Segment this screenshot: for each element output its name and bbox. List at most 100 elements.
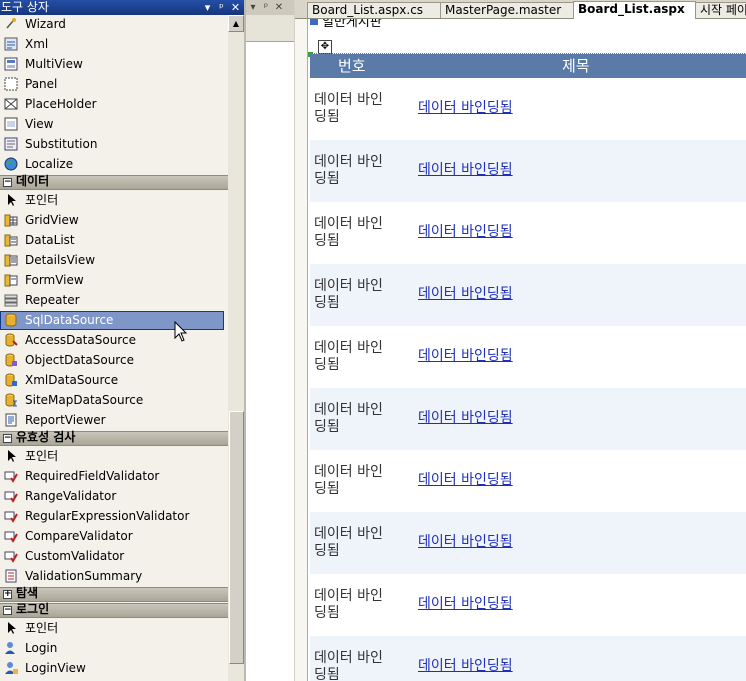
validator-icon	[4, 491, 18, 503]
toolbox-item-rangevalidator[interactable]: RangeValidator	[0, 486, 228, 506]
toolbox-item-placeholder[interactable]: PlaceHolder	[0, 94, 228, 114]
title-link[interactable]: 데이터 바인딩됨	[418, 348, 513, 365]
toolbox-item-repeater[interactable]: Repeater	[0, 290, 228, 310]
title-link[interactable]: 데이터 바인딩됨	[418, 472, 513, 489]
editor-area: Board_List.aspx.cs MasterPage.master Boa…	[295, 0, 746, 681]
detailsview-icon	[4, 254, 18, 267]
table-row: 데이터 바인딩됨 데이터 바인딩됨	[314, 92, 513, 125]
title-link[interactable]: 데이터 바인딩됨	[418, 286, 513, 303]
toolbox-item-login[interactable]: Login	[0, 638, 228, 658]
table-row: 데이터 바인딩됨 데이터 바인딩됨	[314, 216, 513, 249]
xmldatasource-icon	[5, 373, 17, 387]
repeater-icon	[4, 294, 18, 307]
xml-icon	[4, 37, 18, 51]
collapse-icon[interactable]: −	[3, 178, 12, 187]
header-title: 제목	[562, 57, 590, 75]
datalist-icon	[4, 234, 18, 247]
title-link[interactable]: 데이터 바인딩됨	[418, 534, 513, 551]
validator-icon	[4, 551, 18, 563]
multiview-icon	[4, 57, 18, 71]
pointer-icon	[8, 194, 16, 206]
category-login[interactable]: − 로그인	[0, 602, 228, 618]
toolbox-item-xml[interactable]: Xml	[0, 34, 228, 54]
grid-header-row: 번호 제목	[310, 54, 746, 78]
login-icon	[5, 642, 15, 654]
toolbox-item-gridview[interactable]: GridView	[0, 210, 228, 230]
toolbox-item-view[interactable]: View	[0, 114, 228, 134]
pointer-icon	[8, 622, 16, 634]
toolbox-item-wizard[interactable]: Wizard	[0, 14, 228, 34]
toolbox-item-regularexpressionvalidator[interactable]: RegularExpressionValidator	[0, 506, 228, 526]
table-row: 데이터 바인딩됨 데이터 바인딩됨	[310, 388, 746, 450]
reportviewer-icon	[5, 413, 17, 427]
title-link[interactable]: 데이터 바인딩됨	[418, 100, 513, 117]
toolbox-item-multiview[interactable]: MultiView	[0, 54, 228, 74]
toolbox-item-validationsummary[interactable]: ValidationSummary	[0, 566, 228, 586]
toolbox-item-panel[interactable]: Panel	[0, 74, 228, 94]
tab-start-page[interactable]: 시작 페이지	[695, 2, 746, 18]
toolbox-item-loginview[interactable]: LoginView	[0, 658, 228, 678]
title-link[interactable]: 데이터 바인딩됨	[418, 224, 513, 241]
toolbox-item-localize[interactable]: Localize	[0, 154, 228, 174]
title-link[interactable]: 데이터 바인딩됨	[418, 596, 513, 613]
toolbox-scrollbar[interactable]: ▲	[228, 15, 244, 681]
toolbox-item-sqldatasource[interactable]: SqlDataSource	[0, 310, 228, 330]
toolbox-item-xmldatasource[interactable]: XmlDataSource	[0, 370, 228, 390]
toolbox-item-sitemapdatasource[interactable]: SiteMapDataSource	[0, 390, 228, 410]
collapse-icon[interactable]: −	[3, 434, 12, 443]
close-icon[interactable]: ✕	[273, 0, 285, 15]
title-link[interactable]: 데이터 바인딩됨	[418, 658, 513, 675]
editor-margin	[295, 19, 307, 681]
toolbox-item-formview[interactable]: FormView	[0, 270, 228, 290]
move-handle-icon[interactable]: ✥	[318, 40, 332, 54]
table-row: 데이터 바인딩됨 데이터 바인딩됨	[310, 512, 746, 574]
category-data[interactable]: − 데이터	[0, 174, 228, 190]
accessdatasource-icon	[5, 333, 18, 347]
toolbox-item-accessdatasource[interactable]: AccessDataSource	[0, 330, 228, 350]
toolbox-item-pointer[interactable]: 포인터	[0, 618, 228, 638]
gridview-icon	[4, 214, 18, 227]
toolbox-item-comparevalidator[interactable]: CompareValidator	[0, 526, 228, 546]
formview-icon	[4, 274, 18, 287]
section-title: 일반게시판	[310, 19, 382, 30]
dropdown-icon[interactable]: ▾	[247, 0, 259, 15]
tab-board-list-aspx[interactable]: Board_List.aspx	[573, 1, 696, 19]
header-number: 번호	[338, 57, 366, 75]
design-surface[interactable]: 일반게시판 ✥ 번호 제목 데이터 바인딩됨 데이터 바인딩됨 데이터 바인딩됨…	[307, 19, 746, 681]
tab-board-list-cs[interactable]: Board_List.aspx.cs	[307, 2, 441, 18]
toolbox-item-objectdatasource[interactable]: ObjectDataSource	[0, 350, 228, 370]
close-icon[interactable]: ✕	[229, 0, 242, 15]
tab-masterpage[interactable]: MasterPage.master	[440, 2, 574, 18]
table-row: 데이터 바인딩됨 데이터 바인딩됨	[314, 464, 513, 497]
scroll-up-icon[interactable]: ▲	[228, 15, 244, 32]
toolbox-item-pointer[interactable]: 포인터	[0, 446, 228, 466]
document-tabs: Board_List.aspx.cs MasterPage.master Boa…	[295, 0, 746, 19]
side-panel: ▾ ᵖ ✕	[244, 0, 294, 681]
pin-icon[interactable]: ᵖ	[260, 0, 272, 15]
title-link[interactable]: 데이터 바인딩됨	[418, 162, 513, 179]
toolbox-item-substitution[interactable]: Substitution	[0, 134, 228, 154]
expand-icon[interactable]: +	[3, 590, 12, 599]
validator-icon	[4, 471, 18, 483]
sitemapdatasource-icon	[5, 393, 17, 407]
toolbox-item-pointer[interactable]: 포인터	[0, 190, 228, 210]
toolbox-list: Wizard Xml MultiView Panel PlaceHolder V…	[0, 15, 228, 681]
toolbox-item-detailsview[interactable]: DetailsView	[0, 250, 228, 270]
validation-summary-icon	[5, 569, 17, 583]
toolbox-item-reportviewer[interactable]: ReportViewer	[0, 410, 228, 430]
scroll-thumb[interactable]	[229, 411, 244, 664]
side-panel-title-bar: ▾ ᵖ ✕	[246, 0, 294, 15]
toolbox-item-requiredfieldvalidator[interactable]: RequiredFieldValidator	[0, 466, 228, 486]
collapse-icon[interactable]: −	[3, 606, 12, 615]
element-marker-icon	[310, 19, 318, 25]
category-validation[interactable]: − 유효성 검사	[0, 430, 228, 446]
toolbox-item-datalist[interactable]: DataList	[0, 230, 228, 250]
side-panel-toolbar	[246, 15, 294, 42]
title-link[interactable]: 데이터 바인딩됨	[418, 410, 513, 427]
toolbox-item-customvalidator[interactable]: CustomValidator	[0, 546, 228, 566]
pin-icon[interactable]: ᵖ	[215, 0, 228, 15]
category-navigation[interactable]: + 탐색	[0, 586, 228, 602]
panel-icon	[4, 77, 18, 91]
sqldatasource-icon	[5, 313, 17, 327]
dropdown-icon[interactable]: ▾	[201, 0, 214, 15]
